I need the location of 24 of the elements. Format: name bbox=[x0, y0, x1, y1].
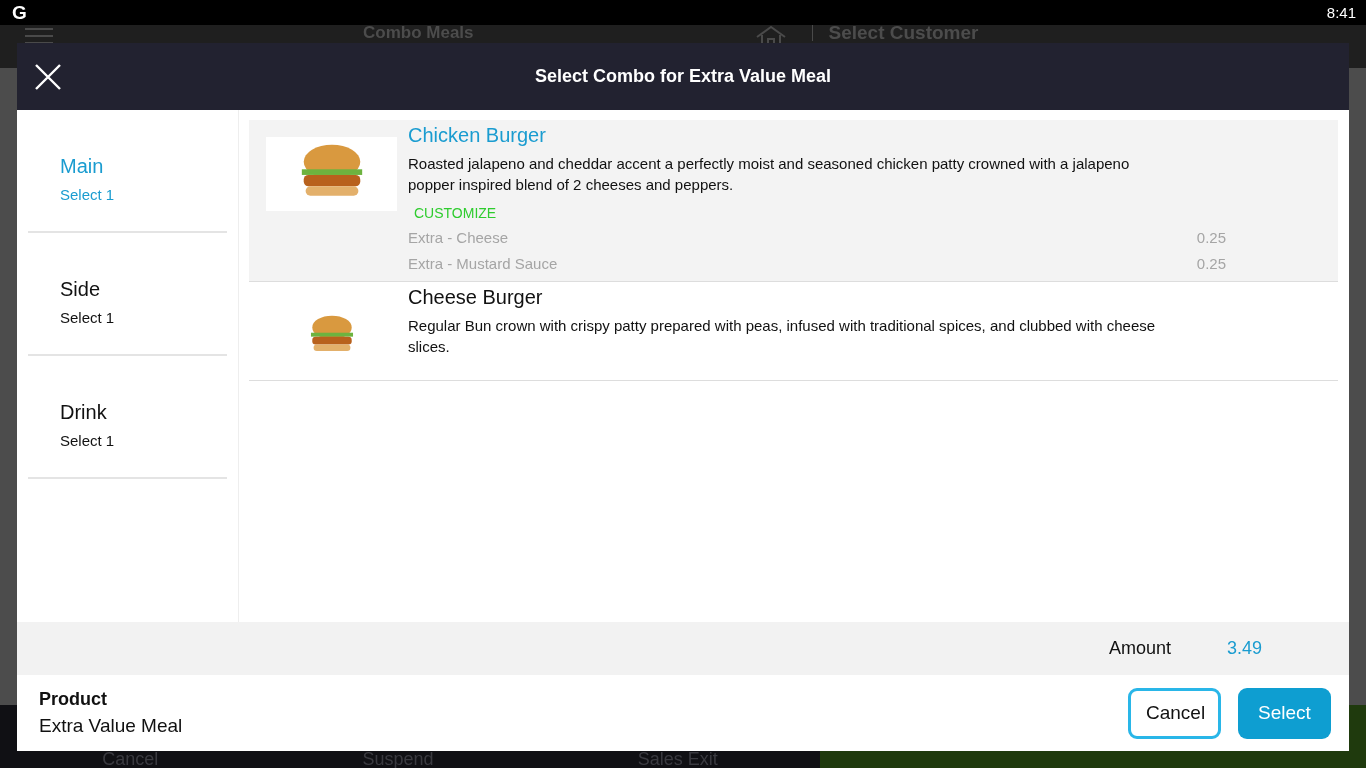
category-tab[interactable]: Main Select 1 bbox=[28, 110, 227, 233]
clock-time: 8:41 bbox=[1326, 4, 1356, 21]
item-name: Cheese Burger bbox=[408, 286, 544, 309]
modifier-price: 0.25 bbox=[1196, 228, 1226, 248]
cancel-button[interactable]: Cancel bbox=[1128, 687, 1221, 739]
menu-item-row[interactable] bbox=[249, 120, 1338, 282]
modifier-price: 0.25 bbox=[1196, 254, 1226, 274]
item-name: Chicken Burger bbox=[408, 124, 547, 147]
category-tab[interactable]: Drink Select 1 bbox=[28, 356, 227, 479]
amount-value: 3.49 bbox=[1226, 638, 1262, 659]
modifier-name: Extra - Mustard Sauce bbox=[408, 254, 558, 274]
amount-label: Amount bbox=[1108, 638, 1171, 659]
dialog-title: Select Combo for Extra Value Meal bbox=[533, 66, 833, 87]
product-label: Product bbox=[39, 689, 108, 710]
item-description: Roasted jalapeno and cheddar accent a perfectly moist and seasoned chicken patty crowned with a jalapeno popper inspired blend of 2 cheeses and peppers. bbox=[408, 154, 1131, 195]
product-name: Extra Value Meal bbox=[39, 715, 183, 737]
app-logo: G bbox=[12, 1, 27, 24]
close-icon[interactable] bbox=[34, 62, 62, 91]
modifier-name: Extra - Cheese bbox=[408, 228, 509, 248]
menu-item-row[interactable]: Cheese Burger Regular Bun crown with crispy patty prepared with peas, infused with traditional spices, and clubbed with cheese slices. bbox=[249, 282, 1338, 381]
item-description: Regular Bun crown with crispy patty prepared with peas, infused with traditional spices, and clubbed with cheese slices. bbox=[408, 316, 1157, 357]
select-button[interactable]: Select bbox=[1238, 687, 1331, 739]
customize-link[interactable]: CUSTOMIZE bbox=[414, 205, 1338, 221]
category-tab[interactable]: Side Select 1 bbox=[28, 233, 227, 356]
